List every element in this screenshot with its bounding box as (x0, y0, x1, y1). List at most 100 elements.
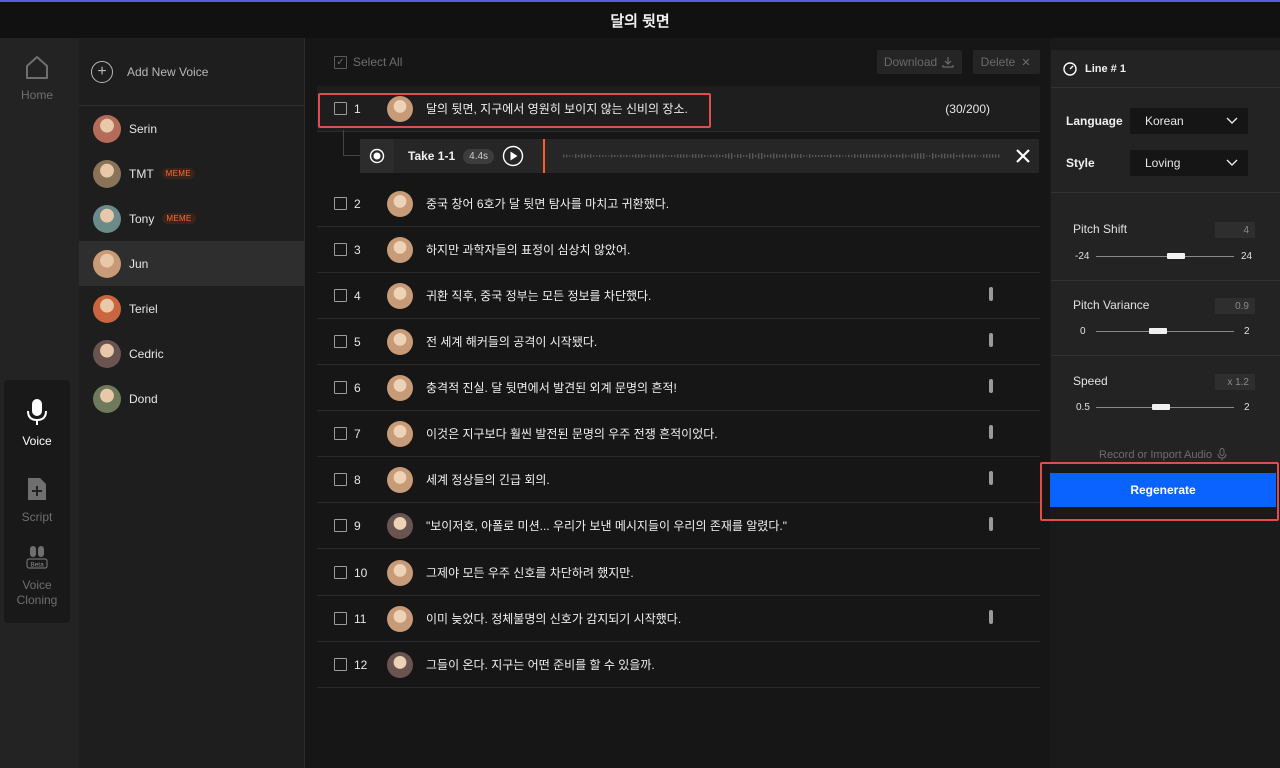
waveform-bar (905, 154, 907, 158)
line-text[interactable]: 이것은 지구보다 훨씬 발전된 문명의 우주 전쟁 흔적이었다. (426, 425, 718, 442)
line-checkbox[interactable] (334, 381, 347, 394)
pitch-variance-thumb[interactable] (1149, 328, 1168, 334)
voice-item[interactable]: Teriel (79, 286, 304, 331)
waveform-bar (689, 155, 691, 157)
select-all-checkbox[interactable]: ✓ Select All (334, 55, 402, 69)
drag-handle-icon[interactable] (989, 287, 993, 301)
line-text[interactable]: 하지만 과학자들의 표정이 심상치 않았어. (426, 241, 630, 258)
voice-item[interactable]: Serin (79, 106, 304, 151)
drag-handle-icon[interactable] (989, 333, 993, 347)
drag-handle-icon[interactable] (989, 517, 993, 531)
line-checkbox[interactable] (334, 658, 347, 671)
voice-item[interactable]: Cedric (79, 331, 304, 376)
style-dropdown[interactable]: Loving (1130, 150, 1248, 176)
waveform-bar (716, 154, 718, 158)
waveform-bar (725, 154, 727, 158)
avatar[interactable] (387, 651, 413, 678)
line-text[interactable]: 전 세계 해커들의 공격이 시작됐다. (426, 333, 597, 350)
script-line[interactable]: 6 충격적 진실. 달 뒷면에서 발견된 외계 문명의 흔적! (317, 365, 1040, 411)
pitch-variance-value[interactable]: 0.9 (1215, 298, 1255, 314)
voice-item[interactable]: Dond (79, 376, 304, 421)
line-checkbox[interactable] (334, 473, 347, 486)
pitch-variance-max: 2 (1244, 326, 1250, 337)
voice-item[interactable]: TMT MEME (79, 151, 304, 196)
avatar[interactable] (387, 559, 413, 586)
waveform-bar (923, 153, 925, 159)
line-text[interactable]: 그제야 모든 우주 신호를 차단하려 했지만. (426, 564, 634, 581)
pitch-shift-value[interactable]: 4 (1215, 222, 1255, 238)
script-line[interactable]: 8 세계 정상들의 긴급 회의. (317, 457, 1040, 503)
line-text[interactable]: 그들이 온다. 지구는 어떤 준비를 할 수 있을까. (426, 656, 655, 673)
rail-script[interactable]: Script (4, 476, 70, 524)
record-import-button[interactable]: Record or Import Audio (1099, 448, 1227, 461)
waveform-bar (821, 154, 823, 158)
line-checkbox[interactable] (334, 566, 347, 579)
play-icon[interactable] (502, 145, 524, 167)
line-text[interactable]: 세계 정상들의 긴급 회의. (426, 471, 550, 488)
rail-home[interactable]: Home (4, 54, 70, 102)
line-checkbox[interactable] (334, 335, 347, 348)
add-voice-button[interactable]: + Add New Voice (79, 38, 304, 106)
radio-selected-icon (369, 148, 385, 164)
avatar[interactable] (387, 466, 413, 493)
speed-value[interactable]: x 1.2 (1215, 374, 1255, 390)
drag-handle-icon[interactable] (989, 379, 993, 393)
line-text[interactable]: 중국 창어 6호가 달 뒷면 탐사를 마치고 귀환했다. (426, 195, 669, 212)
pitch-shift-thumb[interactable] (1167, 253, 1186, 259)
line-text[interactable]: 충격적 진실. 달 뒷면에서 발견된 외계 문명의 흔적! (426, 379, 677, 396)
pitch-shift-track[interactable] (1096, 256, 1234, 257)
line-checkbox[interactable] (334, 289, 347, 302)
waveform-bar (569, 155, 571, 157)
avatar[interactable] (387, 236, 413, 263)
avatar[interactable] (387, 328, 413, 355)
script-line[interactable]: 10 그제야 모든 우주 신호를 차단하려 했지만. (317, 550, 1040, 596)
script-line[interactable]: 3 하지만 과학자들의 표정이 심상치 않았어. (317, 227, 1040, 273)
take-row[interactable]: Take 1-1 4.4s (360, 139, 1039, 173)
avatar[interactable] (387, 512, 413, 539)
language-value: Korean (1145, 114, 1184, 128)
script-line[interactable]: 2 중국 창어 6호가 달 뒷면 탐사를 마치고 귀환했다. (317, 181, 1040, 227)
waveform-bar (659, 154, 661, 158)
waveform-bar (737, 154, 739, 158)
rail-voice[interactable]: Voice (4, 398, 70, 448)
line-text[interactable]: "보이저호, 아폴로 미션... 우리가 보낸 메시지들이 우리의 존재를 알렸… (426, 517, 787, 534)
waveform-bar (869, 154, 871, 158)
voice-item[interactable]: Tony MEME (79, 196, 304, 241)
waveform-bar (920, 153, 922, 159)
delete-button[interactable]: Delete (973, 50, 1040, 74)
line-text[interactable]: 귀환 직후, 중국 정부는 모든 정보를 차단했다. (426, 287, 651, 304)
waveform[interactable] (543, 139, 1003, 173)
drag-handle-icon[interactable] (989, 425, 993, 439)
avatar[interactable] (387, 420, 413, 447)
line-checkbox[interactable] (334, 427, 347, 440)
line-checkbox[interactable] (334, 612, 347, 625)
speed-thumb[interactable] (1151, 404, 1170, 410)
line-number: 12 (354, 657, 368, 672)
take-select-radio[interactable] (360, 139, 394, 173)
script-line[interactable]: 5 전 세계 해커들의 공격이 시작됐다. (317, 319, 1040, 365)
avatar (93, 114, 121, 143)
script-line[interactable]: 12 그들이 온다. 지구는 어떤 준비를 할 수 있을까. (317, 642, 1040, 688)
line-checkbox[interactable] (334, 197, 347, 210)
voice-item[interactable]: Jun (79, 241, 304, 286)
drag-handle-icon[interactable] (989, 471, 993, 485)
close-take-icon[interactable] (1013, 146, 1033, 166)
download-button[interactable]: Download (877, 50, 962, 74)
rail-voice-cloning[interactable]: Beta Voice Cloning (4, 544, 70, 608)
avatar[interactable] (387, 190, 413, 217)
script-line[interactable]: 11 이미 늦었다. 정체불명의 신호가 감지되기 시작했다. (317, 596, 1040, 642)
avatar[interactable] (387, 374, 413, 401)
panel-divider (1051, 355, 1280, 356)
drag-handle-icon[interactable] (989, 610, 993, 624)
script-line[interactable]: 7 이것은 지구보다 훨씬 발전된 문명의 우주 전쟁 흔적이었다. (317, 411, 1040, 457)
waveform-bar (746, 155, 748, 157)
regenerate-button[interactable]: Regenerate (1050, 473, 1276, 507)
line-checkbox[interactable] (334, 243, 347, 256)
avatar[interactable] (387, 605, 413, 632)
line-checkbox[interactable] (334, 519, 347, 532)
script-line[interactable]: 9 "보이저호, 아폴로 미션... 우리가 보낸 메시지들이 우리의 존재를 알… (317, 503, 1040, 549)
line-text[interactable]: 이미 늦었다. 정체불명의 신호가 감지되기 시작했다. (426, 610, 681, 627)
script-line[interactable]: 4 귀환 직후, 중국 정부는 모든 정보를 차단했다. (317, 273, 1040, 319)
language-dropdown[interactable]: Korean (1130, 108, 1248, 134)
avatar[interactable] (387, 282, 413, 309)
